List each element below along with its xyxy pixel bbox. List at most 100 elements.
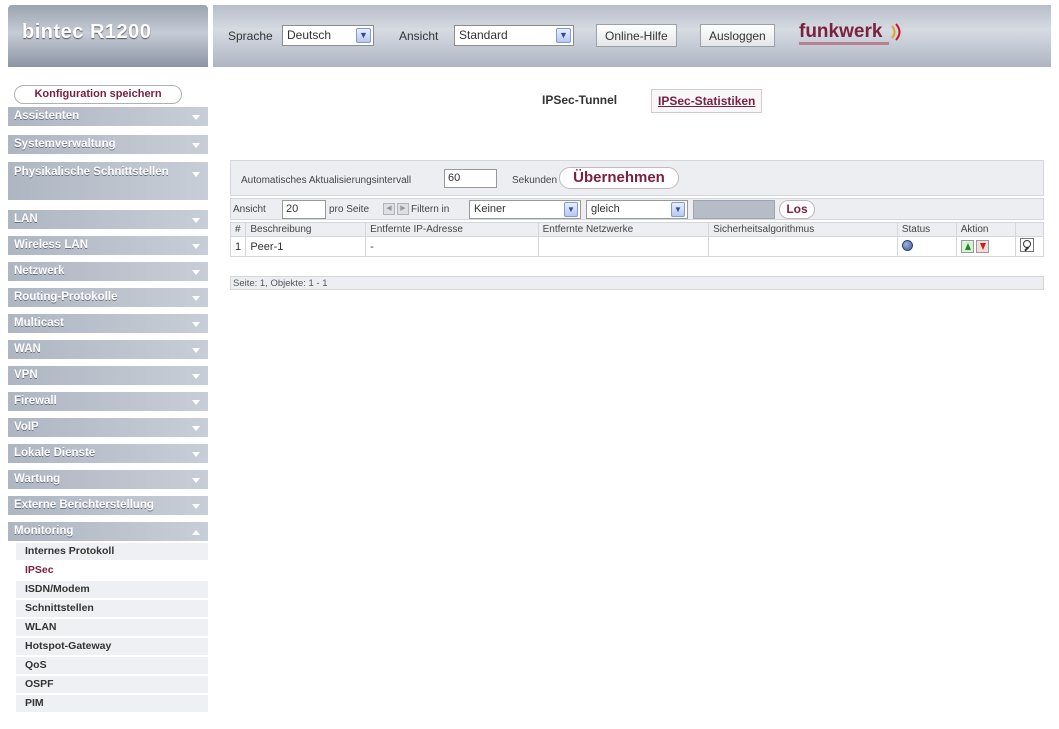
language-select[interactable]: Deutsch ▼: [282, 25, 374, 46]
caret-down-icon: [192, 347, 200, 353]
column-header: [1014, 222, 1045, 237]
filter-field-value: Keiner: [474, 203, 506, 215]
tab-ipsec-statistiken[interactable]: IPSec-Statistiken: [651, 89, 763, 113]
brand-tagline: [799, 42, 889, 45]
row-edit: [1014, 236, 1045, 257]
column-header[interactable]: Aktion: [955, 222, 1016, 237]
caret-down-icon: [192, 503, 200, 509]
column-header[interactable]: Sicherheitsalgorithmus: [708, 222, 898, 237]
filter-operator-select[interactable]: gleich ▼: [586, 200, 688, 219]
sidebar-item-systemverwaltung[interactable]: Systemverwaltung: [8, 135, 208, 155]
sidebar-item-label: LAN: [14, 213, 38, 225]
submenu-item-ospf[interactable]: OSPF: [16, 676, 208, 694]
sidebar-item-label: Physikalische Schnittstellen: [14, 166, 169, 178]
sidebar-item-externe-berichterstellung[interactable]: Externe Berichterstellung: [8, 496, 208, 516]
product-logo: bintec R1200: [8, 5, 208, 67]
per-page-input[interactable]: 20: [282, 200, 326, 219]
apply-button[interactable]: Übernehmen: [559, 167, 679, 189]
sidebar-item-vpn[interactable]: VPN: [8, 366, 208, 386]
column-header[interactable]: #: [229, 222, 247, 237]
row-security: [708, 236, 898, 257]
table-row[interactable]: 1 Peer-1 -: [229, 236, 1045, 257]
row-actions: [955, 236, 1016, 257]
sidebar-item-label: Externe Berichterstellung: [14, 499, 154, 511]
next-page-icon[interactable]: ▶: [397, 203, 409, 215]
view-select[interactable]: Standard ▼: [454, 25, 574, 46]
view-label: Ansicht: [233, 204, 266, 215]
sidebar-item-physikalische-schnittstellen[interactable]: Physikalische Schnittstellen: [8, 162, 208, 201]
caret-down-icon: [192, 114, 200, 120]
logout-button[interactable]: Ausloggen: [700, 24, 775, 47]
sidebar-item-label: Wartung: [14, 473, 61, 485]
sidebar-item-label: Multicast: [14, 317, 64, 329]
sidebar-item-firewall[interactable]: Firewall: [8, 392, 208, 412]
ipsec-tunnel-table: # Beschreibung Entfernte IP-Adresse Entf…: [229, 222, 1045, 257]
submenu-item-pim[interactable]: PIM: [16, 695, 208, 713]
row-description: Peer-1: [245, 236, 367, 257]
seconds-label: Sekunden: [512, 175, 558, 186]
ipsec-tunnel-panel: Automatisches Aktualisierungsintervall 6…: [229, 160, 1045, 290]
column-header[interactable]: Status: [896, 222, 957, 237]
sidebar-item-netzwerk[interactable]: Netzwerk: [8, 262, 208, 282]
filter-field-select[interactable]: Keiner ▼: [469, 200, 581, 219]
submenu-item-schnittstellen[interactable]: Schnittstellen: [16, 600, 208, 618]
language-value: Deutsch: [287, 28, 332, 42]
caret-down-icon: [192, 425, 200, 431]
sidebar-item-monitoring[interactable]: Monitoring: [8, 522, 208, 542]
previous-page-icon[interactable]: ◀: [383, 203, 395, 215]
caret-up-icon: [192, 529, 200, 535]
submenu-item-hotspot-gateway[interactable]: Hotspot-Gateway: [16, 638, 208, 656]
table-footer: Seite: 1, Objekte: 1 - 1: [230, 276, 1044, 290]
tab-ipsec-tunnel[interactable]: IPSec-Tunnel: [536, 89, 623, 113]
sidebar-item-label: VPN: [14, 369, 38, 381]
sidebar-item-routing-protokolle[interactable]: Routing-Protokolle: [8, 288, 208, 308]
sidebar-item-label: Systemverwaltung: [14, 138, 116, 150]
view-value: Standard: [459, 28, 508, 42]
globe-icon: [901, 239, 913, 251]
row-number: 1: [229, 236, 247, 257]
submenu-item-internes-protokoll[interactable]: Internes Protokoll: [16, 543, 208, 561]
chevron-down-icon: ▼: [564, 202, 578, 217]
row-remote-networks: [537, 236, 710, 257]
caret-down-icon: [192, 295, 200, 301]
submenu-item-isdn-modem[interactable]: ISDN/Modem: [16, 581, 208, 599]
edit-icon[interactable]: [1019, 238, 1034, 252]
product-name: bintec R1200: [22, 21, 152, 43]
go-button[interactable]: Los: [779, 200, 815, 219]
row-remote-ip: -: [365, 236, 539, 257]
view-label: Ansicht: [399, 29, 439, 43]
sidebar-item-label: Monitoring: [14, 525, 74, 537]
sidebar-item-multicast[interactable]: Multicast: [8, 314, 208, 334]
refresh-interval-label: Automatisches Aktualisierungsintervall: [241, 175, 412, 186]
submenu-item-qos[interactable]: QoS: [16, 657, 208, 675]
sidebar-item-label: VoIP: [14, 421, 39, 433]
sidebar-item-label: Lokale Dienste: [14, 447, 96, 459]
sidebar-item-lokale-dienste[interactable]: Lokale Dienste: [8, 444, 208, 464]
sidebar: Konfiguration speichern Assistenten Syst…: [8, 80, 208, 725]
move-up-icon[interactable]: [960, 240, 974, 253]
filter-operator-value: gleich: [591, 203, 620, 215]
table-header-row: # Beschreibung Entfernte IP-Adresse Entf…: [229, 222, 1045, 237]
sidebar-item-lan[interactable]: LAN: [8, 210, 208, 230]
chevron-down-icon: ▼: [556, 28, 571, 43]
online-help-button[interactable]: Online-Hilfe: [596, 24, 677, 47]
refresh-interval-input[interactable]: 60: [444, 169, 497, 188]
save-configuration-button[interactable]: Konfiguration speichern: [14, 85, 182, 104]
sidebar-item-assistenten[interactable]: Assistenten: [8, 107, 208, 127]
submenu-item-wlan[interactable]: WLAN: [16, 619, 208, 637]
column-header[interactable]: Entfernte IP-Adresse: [365, 222, 539, 237]
sidebar-item-wartung[interactable]: Wartung: [8, 470, 208, 490]
sidebar-item-voip[interactable]: VoIP: [8, 418, 208, 438]
move-down-icon[interactable]: [975, 240, 989, 253]
per-page-label: pro Seite: [329, 204, 370, 215]
filter-value-input[interactable]: [693, 200, 775, 219]
caret-down-icon: [192, 451, 200, 457]
caret-down-icon: [192, 217, 200, 223]
sidebar-item-wireless-lan[interactable]: Wireless LAN: [8, 236, 208, 256]
column-header[interactable]: Entfernte Netzwerke: [537, 222, 710, 237]
submenu-item-ipsec[interactable]: IPSec: [16, 562, 208, 580]
sidebar-item-wan[interactable]: WAN: [8, 340, 208, 360]
chevron-down-icon: ▼: [356, 28, 371, 43]
column-header[interactable]: Beschreibung: [245, 222, 367, 237]
language-label: Sprache: [228, 29, 273, 43]
